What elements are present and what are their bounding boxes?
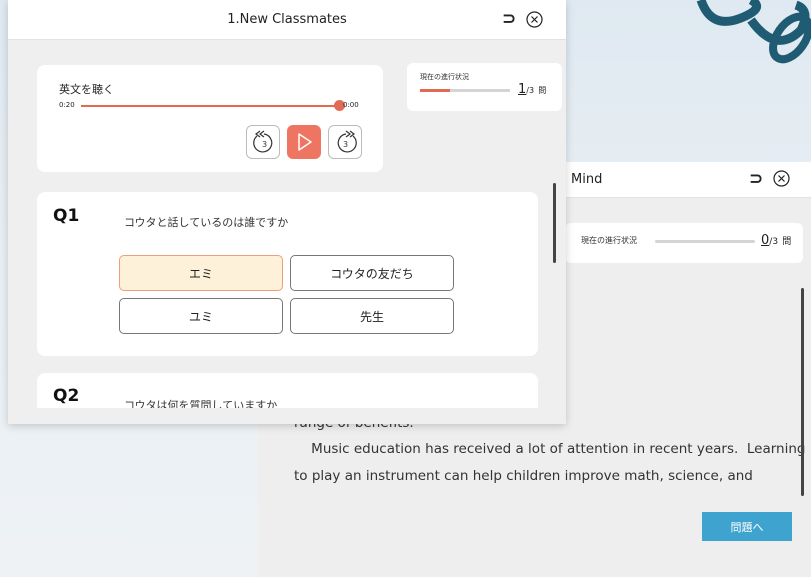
audio-player: 英文を聴く 0:20 0:00 3 3 xyxy=(37,65,383,172)
svg-text:3: 3 xyxy=(262,140,267,149)
listening-quiz-window[interactable]: 1.New Classmates ⊃ 英文を聴く 0:20 0:00 3 3 現… xyxy=(8,0,566,424)
rewind-3-button[interactable]: 3 xyxy=(246,125,280,159)
scrollbar[interactable] xyxy=(553,183,556,263)
progress-panel: 現在の進行状況 0/3 問 xyxy=(565,223,803,263)
svg-text:3: 3 xyxy=(343,140,348,149)
passage-line: Music education has received a lot of at… xyxy=(294,441,806,457)
audio-label: 英文を聴く xyxy=(59,83,114,96)
forward-3-icon: 3 xyxy=(337,130,357,153)
time-elapsed: 0:20 xyxy=(59,101,75,109)
progress-count: 0/3 問 xyxy=(761,233,792,248)
return-icon[interactable]: ⊃ xyxy=(502,9,516,29)
close-icon[interactable] xyxy=(773,170,790,187)
forward-3-button[interactable]: 3 xyxy=(328,125,362,159)
seek-bar[interactable] xyxy=(81,105,339,107)
progress-bar xyxy=(420,89,510,92)
question-text: コウタと話しているのは誰ですか xyxy=(124,216,289,229)
progress-bar xyxy=(655,240,755,243)
answer-choice-1[interactable]: エミ xyxy=(119,255,283,291)
answer-choice-2[interactable]: コウタの友だち xyxy=(290,255,454,291)
answer-choice-3[interactable]: ユミ xyxy=(119,298,283,334)
go-to-questions-button[interactable]: 問題へ xyxy=(702,512,792,541)
progress-bar-fill xyxy=(420,89,450,92)
play-button[interactable] xyxy=(287,125,321,159)
question-card: Q1 コウタと話しているのは誰ですか エミ コウタの友だち ユミ 先生 xyxy=(37,192,538,356)
rewind-3-icon: 3 xyxy=(253,130,273,153)
window-title: Mind xyxy=(571,172,603,187)
question-text: コウタは何を質問していますか xyxy=(124,399,278,408)
progress-label: 現在の進行状況 xyxy=(581,236,637,245)
window-header: 1.New Classmates ⊃ xyxy=(8,0,566,40)
progress-panel: 現在の進行状況 1/3 問 xyxy=(407,63,562,111)
answer-choice-4[interactable]: 先生 xyxy=(290,298,454,334)
progress-count: 1/3 問 xyxy=(518,82,547,97)
question-card: Q2 コウタは何を質問していますか xyxy=(37,373,538,408)
background-decoration xyxy=(696,0,811,64)
close-icon[interactable] xyxy=(526,11,543,28)
question-number: Q2 xyxy=(53,386,80,406)
progress-label: 現在の進行状況 xyxy=(420,73,469,81)
scrollbar[interactable] xyxy=(801,288,804,496)
return-icon[interactable]: ⊃ xyxy=(749,169,763,189)
question-number: Q1 xyxy=(53,206,80,226)
time-remaining: 0:00 xyxy=(343,101,359,109)
play-icon xyxy=(298,133,312,151)
passage-line: to play an instrument can help children … xyxy=(294,467,753,484)
window-title: 1.New Classmates xyxy=(227,12,347,27)
